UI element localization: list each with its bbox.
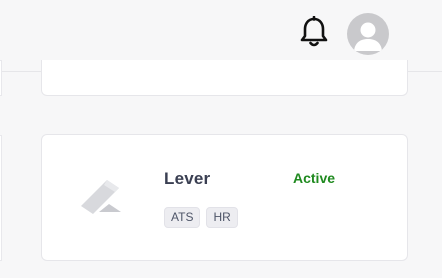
adjacent-card-edge bbox=[0, 135, 2, 261]
integration-card[interactable] bbox=[41, 60, 408, 96]
tag-hr[interactable]: HR bbox=[206, 207, 238, 228]
integration-card-lever[interactable]: Lever Active ATS HR bbox=[41, 134, 408, 261]
user-avatar-icon[interactable] bbox=[347, 13, 389, 55]
status-badge: Active bbox=[293, 170, 336, 186]
lever-logo bbox=[81, 180, 121, 214]
adjacent-card-edge bbox=[0, 60, 2, 96]
tag-list: ATS HR bbox=[164, 207, 238, 228]
integration-name: Lever bbox=[164, 169, 211, 188]
tag-ats[interactable]: ATS bbox=[164, 207, 201, 228]
page: Lever Active ATS HR bbox=[0, 0, 442, 278]
bell-icon[interactable] bbox=[298, 16, 330, 50]
